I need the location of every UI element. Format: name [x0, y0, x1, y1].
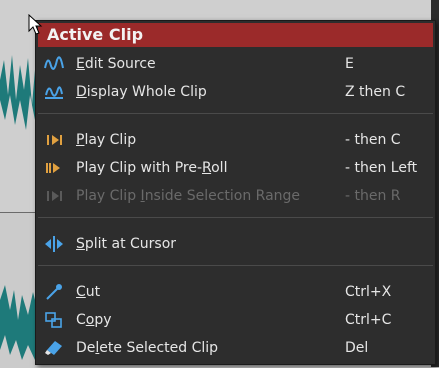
menu-title: Active Clip — [38, 23, 433, 47]
menu-item-play-clip-preroll[interactable]: Play Clip with Pre-Roll - then Left — [36, 155, 435, 181]
shortcut-text: E — [345, 56, 354, 72]
waveform-icon — [44, 56, 64, 70]
eraser-icon — [45, 341, 62, 355]
split-icon — [45, 236, 63, 252]
menu-item-split-at-cursor[interactable]: Split at Cursor — [36, 231, 435, 257]
menu-item-play-clip[interactable]: Play Clip - then C — [36, 127, 435, 153]
play-preroll-icon — [46, 163, 60, 173]
menu-separator — [38, 113, 433, 114]
menu-item-copy[interactable]: Copy Ctrl+C — [36, 307, 435, 333]
menu-item-display-whole-clip[interactable]: Display Whole Clip Z then C — [36, 79, 435, 105]
play-selection-icon — [47, 191, 62, 201]
mouse-pointer-icon — [28, 14, 43, 35]
shortcut-text: Ctrl+X — [345, 284, 392, 300]
menu-item-delete-selected-clip[interactable]: Delete Selected Clip Del — [36, 335, 435, 361]
display-clip-icon — [45, 86, 63, 99]
cut-icon — [46, 284, 62, 300]
shortcut-text: - then R — [345, 188, 401, 204]
menu-item-play-clip-inside-selection: Play Clip Inside Selection Range - then … — [36, 183, 435, 209]
shortcut-text: Del — [345, 340, 369, 356]
copy-icon — [45, 312, 62, 328]
shortcut-text: - then Left — [345, 160, 418, 176]
context-menu: Active Clip Edit Source E Display Whole … — [35, 20, 436, 365]
menu-item-edit-source[interactable]: Edit Source E — [36, 51, 435, 77]
menu-separator — [38, 217, 433, 218]
shortcut-text: Z then C — [345, 84, 406, 100]
menu-item-cut[interactable]: Cut Ctrl+X — [36, 279, 435, 305]
shortcut-text: Ctrl+C — [345, 312, 392, 328]
shortcut-text: - then C — [345, 132, 401, 148]
menu-separator — [38, 265, 433, 266]
play-clip-icon — [47, 135, 62, 145]
